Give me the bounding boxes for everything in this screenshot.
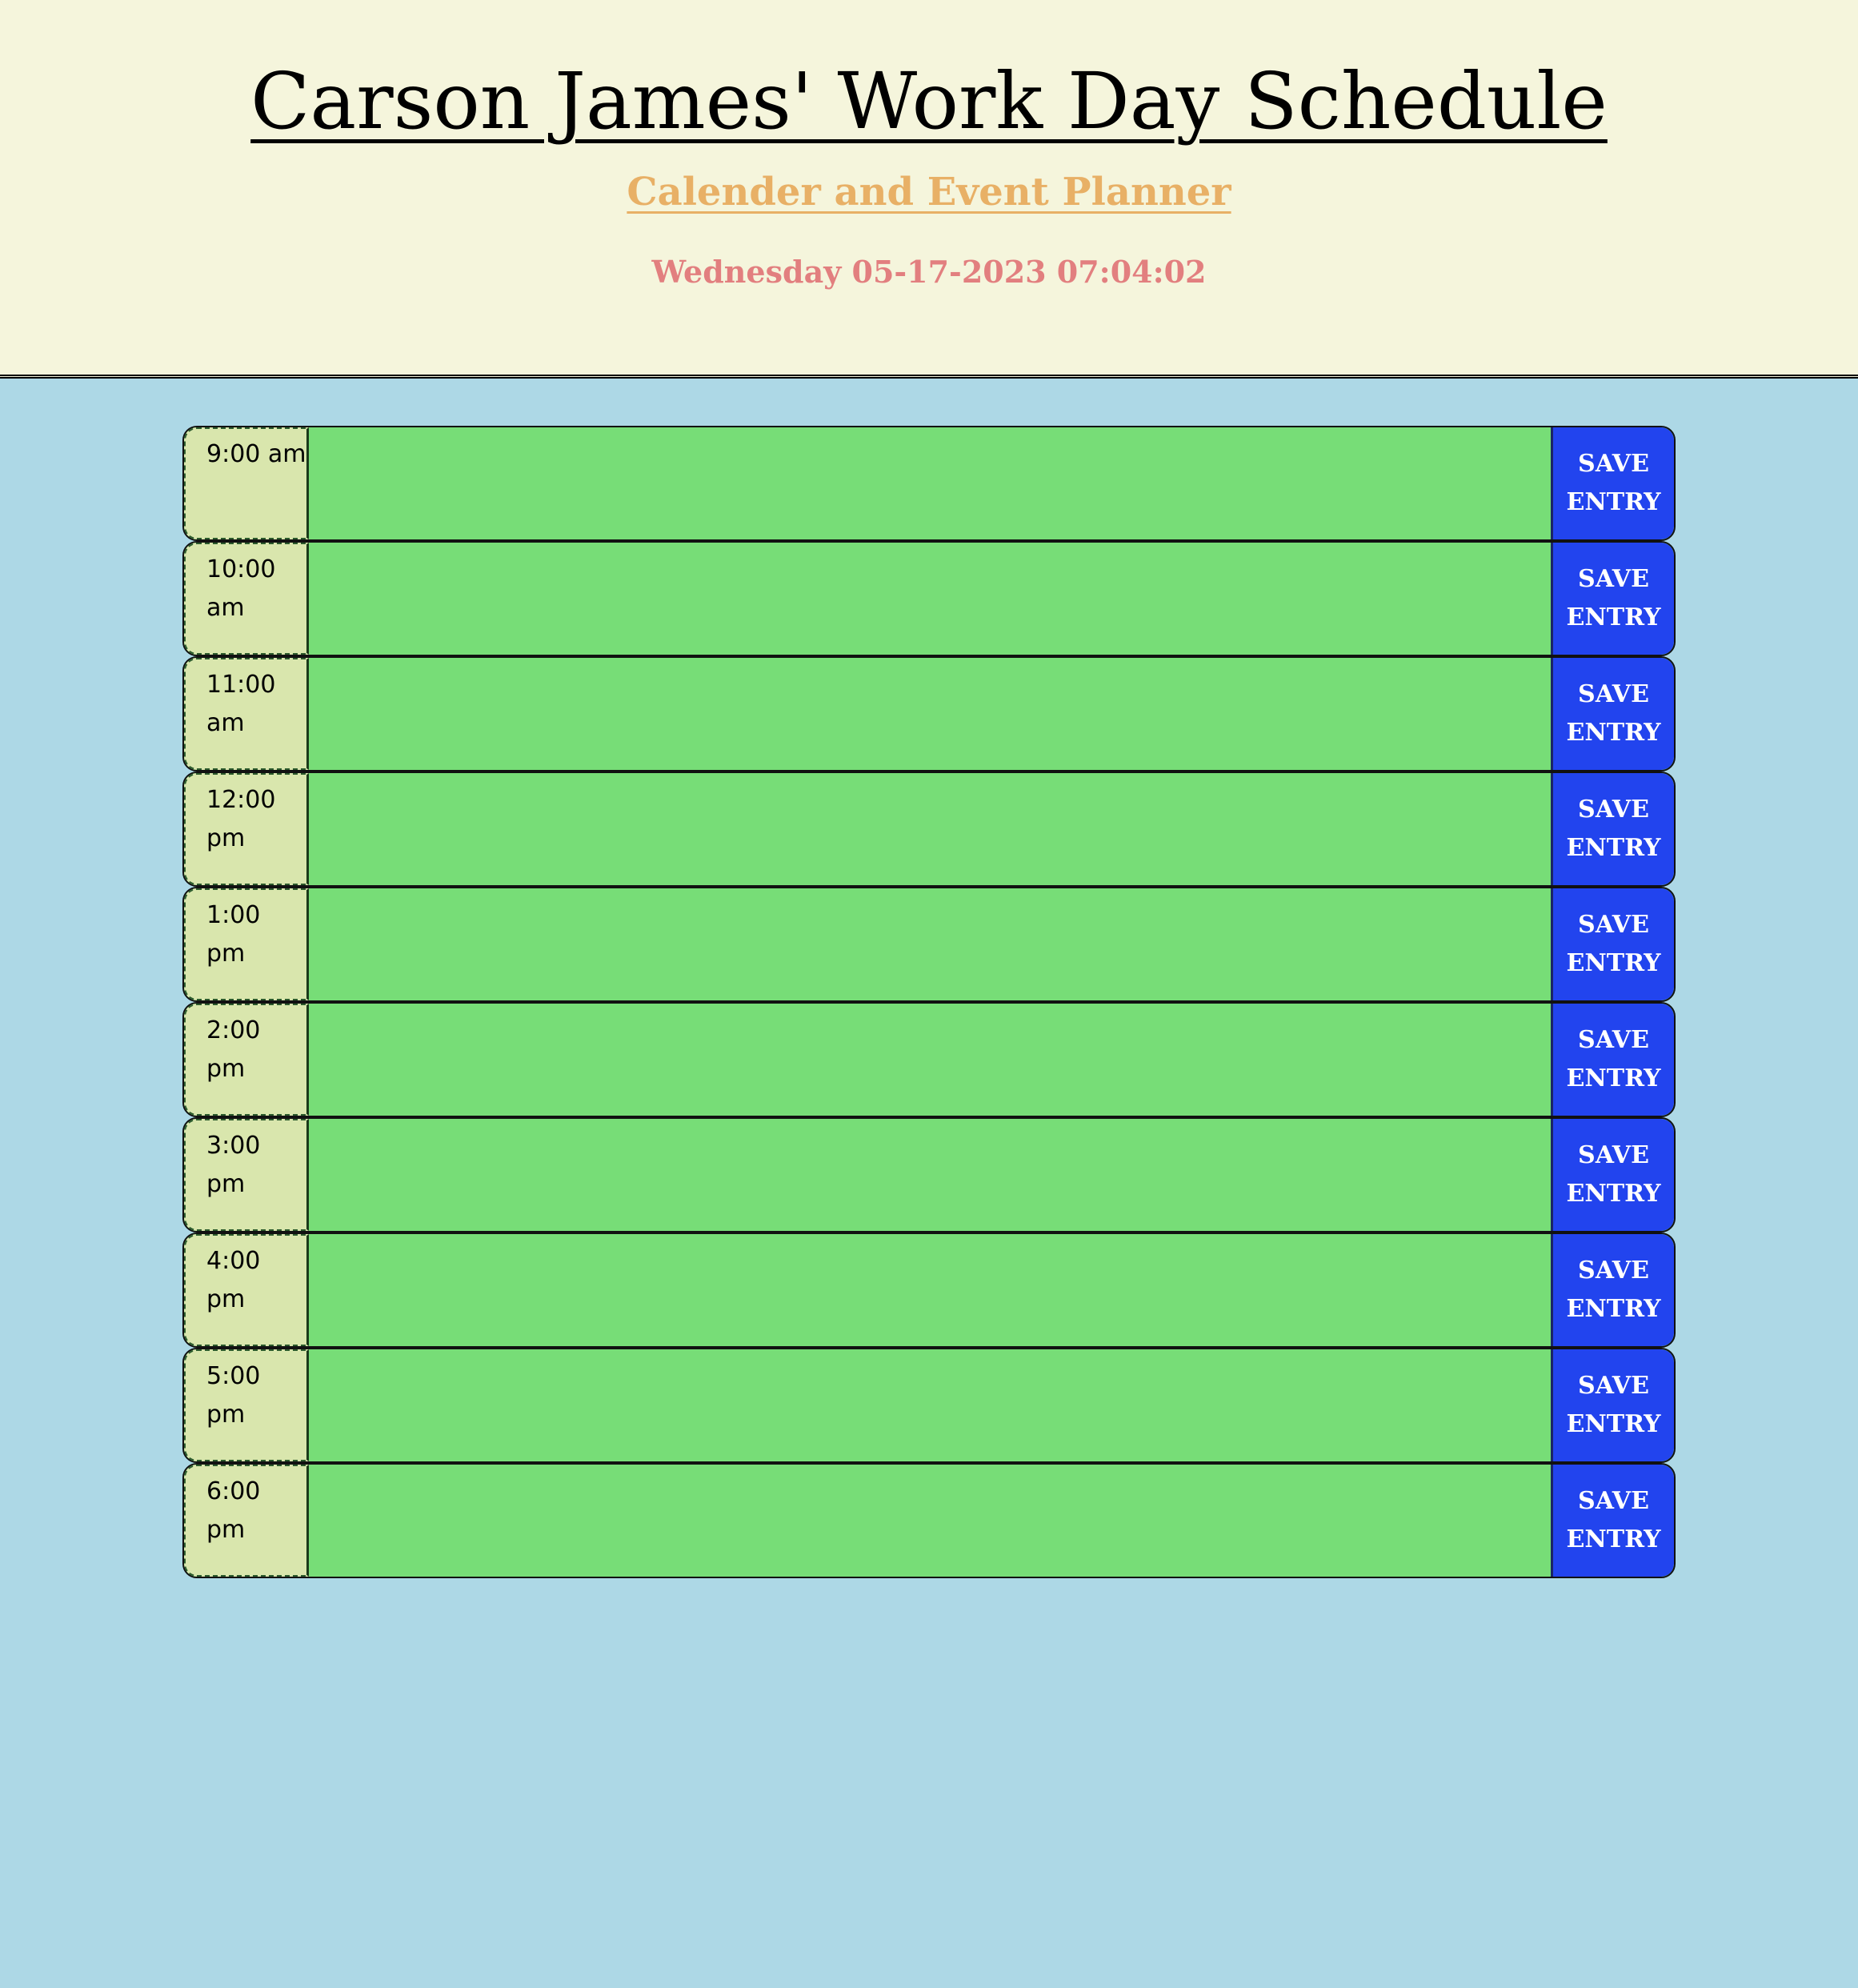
save-entry-button[interactable]: SAVE ENTRY (1551, 1004, 1674, 1116)
hour-label: 1:00 pm (184, 888, 309, 1000)
page-header: Carson James' Work Day Schedule Calender… (0, 0, 1858, 379)
event-textarea[interactable] (309, 543, 1551, 655)
event-textarea[interactable] (309, 888, 1551, 1000)
time-block-11am: 11:00 am SAVE ENTRY (182, 656, 1676, 772)
save-entry-button[interactable]: SAVE ENTRY (1551, 427, 1674, 539)
time-block-4pm: 4:00 pm SAVE ENTRY (182, 1232, 1676, 1348)
hour-label: 10:00 am (184, 543, 309, 655)
hour-label: 11:00 am (184, 658, 309, 770)
save-entry-button[interactable]: SAVE ENTRY (1551, 1349, 1674, 1461)
save-entry-button[interactable]: SAVE ENTRY (1551, 658, 1674, 770)
current-datetime: Wednesday 05-17-2023 07:04:02 (651, 254, 1207, 290)
save-entry-button[interactable]: SAVE ENTRY (1551, 773, 1674, 885)
hour-label: 5:00 pm (184, 1349, 309, 1461)
time-block-9am: 9:00 am SAVE ENTRY (182, 426, 1676, 541)
event-textarea[interactable] (309, 1465, 1551, 1577)
event-textarea[interactable] (309, 1349, 1551, 1461)
hour-label: 6:00 pm (184, 1465, 309, 1577)
save-entry-button[interactable]: SAVE ENTRY (1551, 1234, 1674, 1346)
hour-label: 2:00 pm (184, 1004, 309, 1116)
hour-label: 12:00 pm (184, 773, 309, 885)
time-block-12pm: 12:00 pm SAVE ENTRY (182, 772, 1676, 887)
time-block-2pm: 2:00 pm SAVE ENTRY (182, 1002, 1676, 1117)
event-textarea[interactable] (309, 658, 1551, 770)
hour-label: 4:00 pm (184, 1234, 309, 1346)
save-entry-button[interactable]: SAVE ENTRY (1551, 1465, 1674, 1577)
event-textarea[interactable] (309, 427, 1551, 539)
event-textarea[interactable] (309, 773, 1551, 885)
event-textarea[interactable] (309, 1004, 1551, 1116)
save-entry-button[interactable]: SAVE ENTRY (1551, 1119, 1674, 1231)
hour-label: 9:00 am (184, 427, 309, 539)
time-block-5pm: 5:00 pm SAVE ENTRY (182, 1348, 1676, 1463)
save-entry-button[interactable]: SAVE ENTRY (1551, 888, 1674, 1000)
hour-label: 3:00 pm (184, 1119, 309, 1231)
schedule-container: 9:00 am SAVE ENTRY 10:00 am SAVE ENTRY 1… (182, 426, 1676, 1578)
save-entry-button[interactable]: SAVE ENTRY (1551, 543, 1674, 655)
event-textarea[interactable] (309, 1119, 1551, 1231)
event-textarea[interactable] (309, 1234, 1551, 1346)
page-title: Carson James' Work Day Schedule (250, 56, 1608, 146)
time-block-6pm: 6:00 pm SAVE ENTRY (182, 1463, 1676, 1578)
time-block-3pm: 3:00 pm SAVE ENTRY (182, 1117, 1676, 1232)
time-block-1pm: 1:00 pm SAVE ENTRY (182, 887, 1676, 1002)
time-block-10am: 10:00 am SAVE ENTRY (182, 541, 1676, 656)
page-subtitle: Calender and Event Planner (627, 170, 1231, 214)
